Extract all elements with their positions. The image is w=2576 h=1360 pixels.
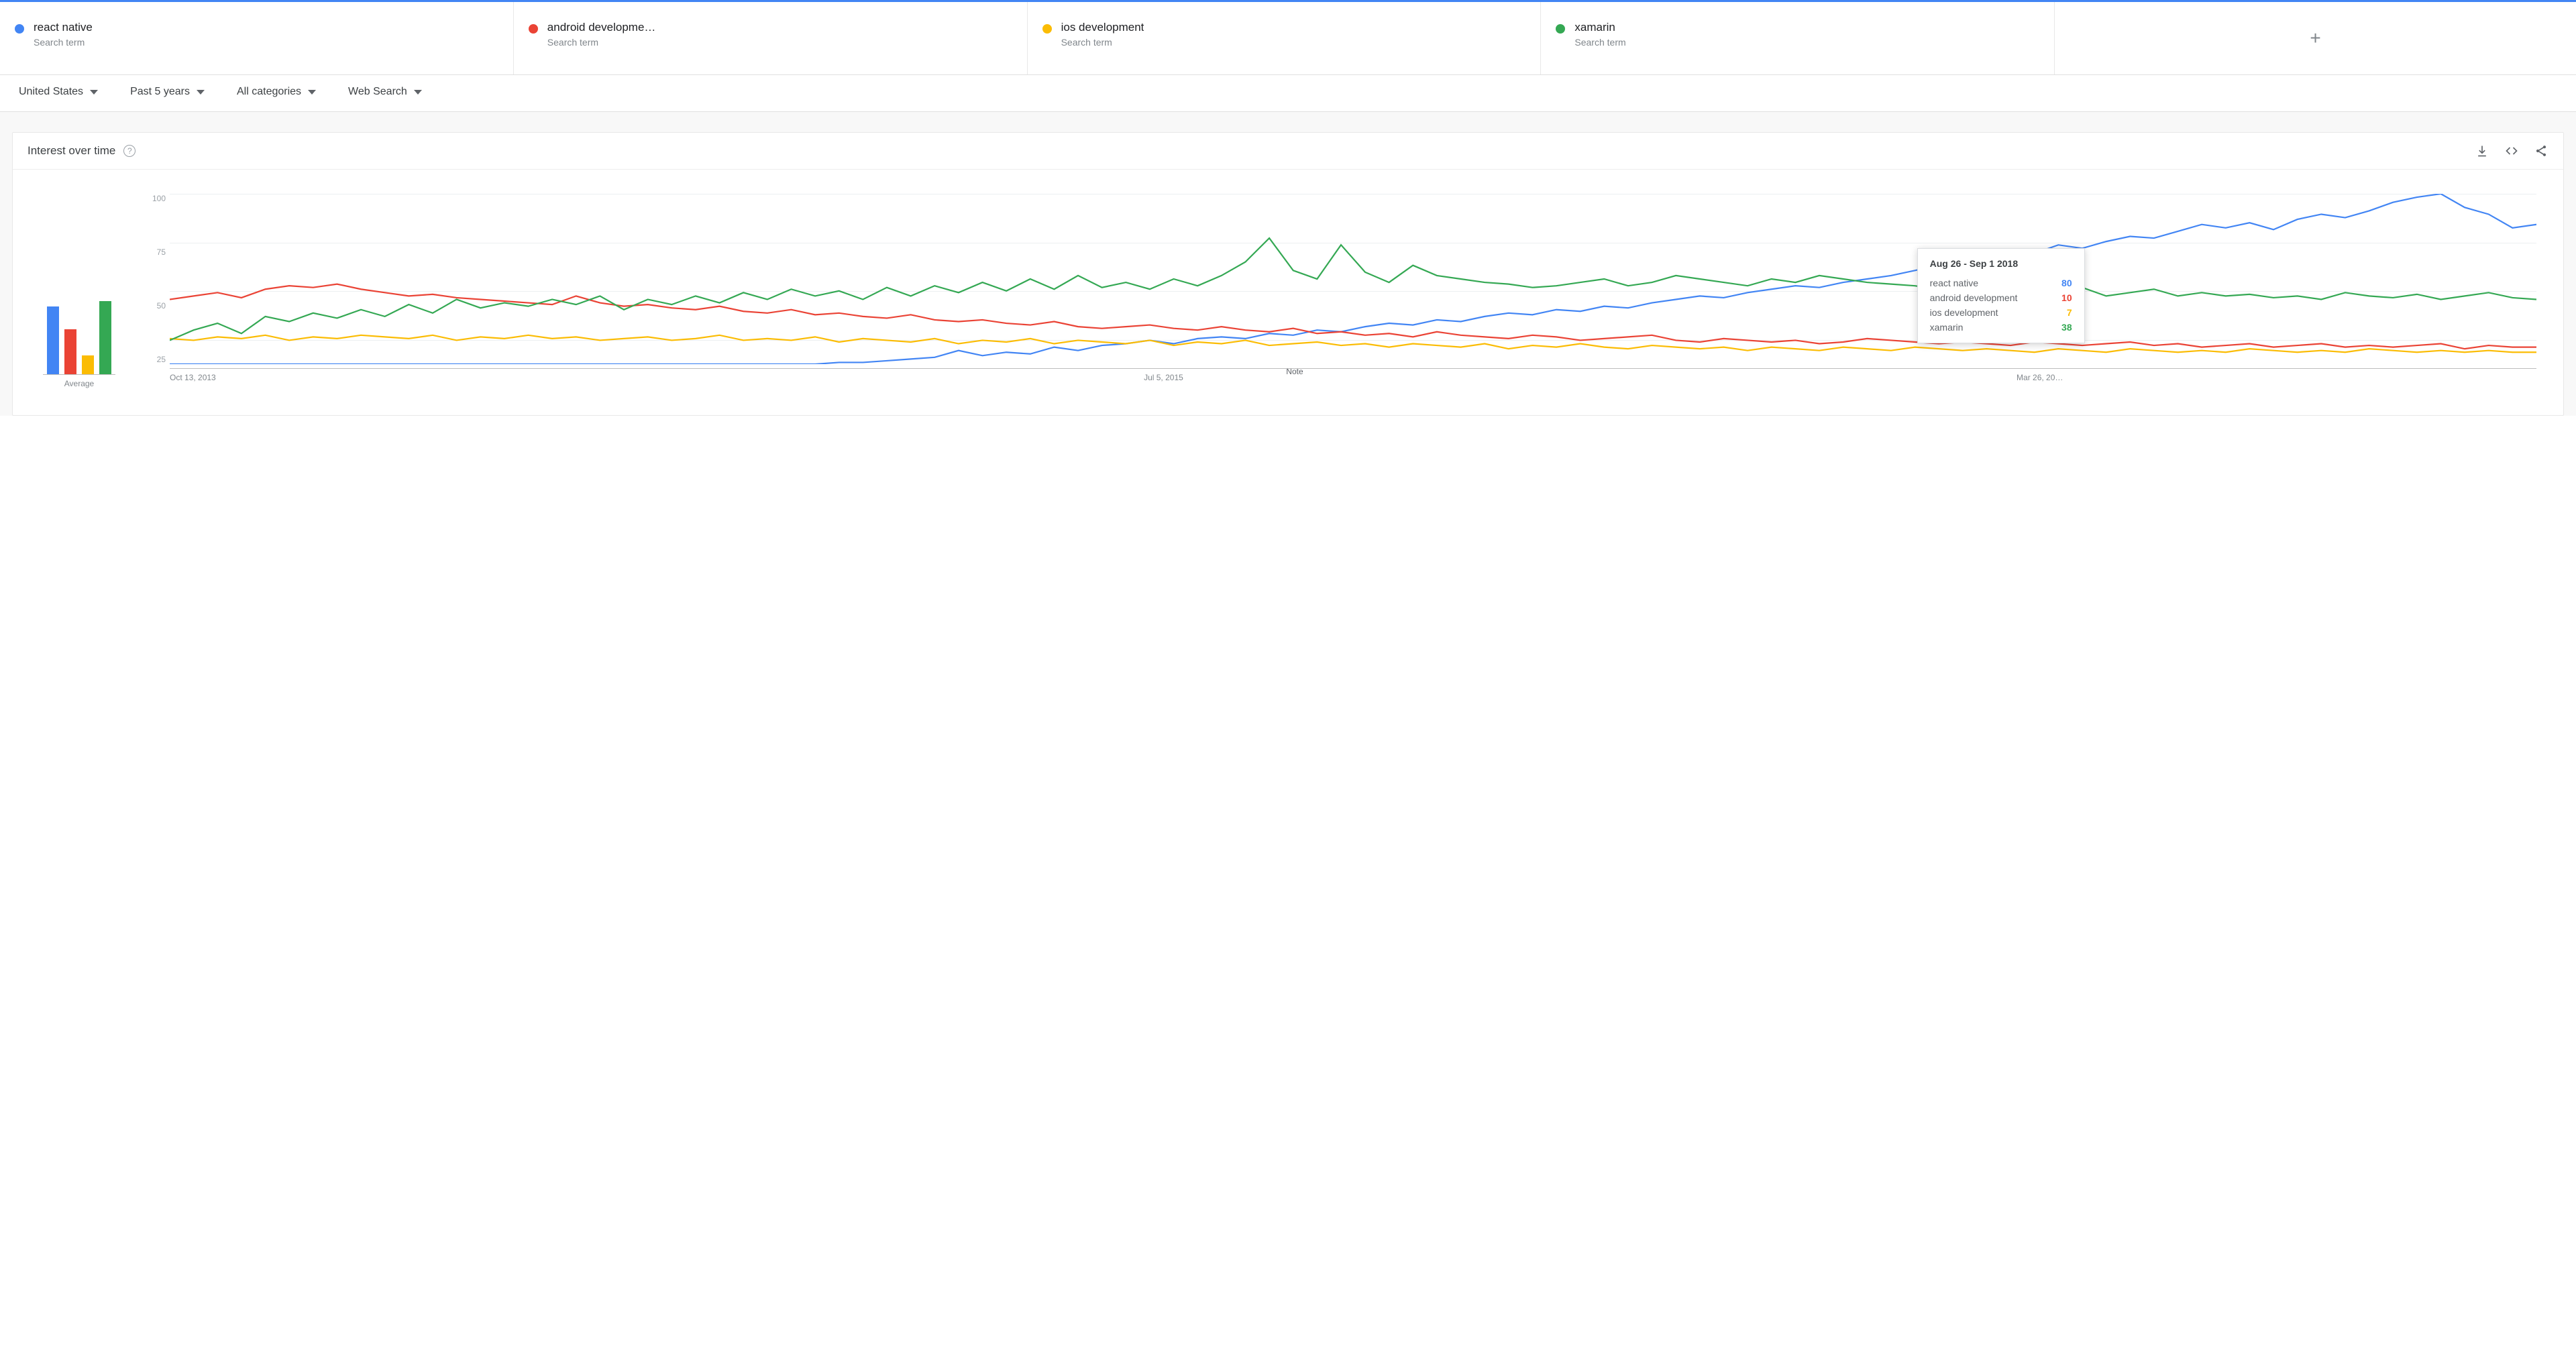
y-tick: 100 xyxy=(143,194,166,203)
filter-geo[interactable]: United States xyxy=(19,86,98,98)
filters-row: United States Past 5 years All categorie… xyxy=(0,75,2576,112)
term-name: android developme… xyxy=(547,21,656,34)
download-icon[interactable] xyxy=(2475,144,2489,158)
plus-icon: + xyxy=(2310,27,2320,49)
term-color-dot xyxy=(15,24,24,34)
chevron-down-icon xyxy=(197,90,205,95)
interest-over-time-card: Interest over time ? xyxy=(12,132,2564,416)
tooltip-row: xamarin 38 xyxy=(1930,320,2072,335)
tooltip-series-label: android development xyxy=(1930,292,2018,303)
help-icon[interactable]: ? xyxy=(123,145,136,157)
tooltip-row: react native 80 xyxy=(1930,276,2072,290)
avg-bar xyxy=(82,355,94,374)
term-subtitle: Search term xyxy=(34,37,93,48)
filter-label: All categories xyxy=(237,86,301,98)
tooltip-series-value: 10 xyxy=(2061,292,2072,303)
tooltip-series-value: 7 xyxy=(2067,307,2072,318)
avg-bar xyxy=(47,306,59,374)
chart-tooltip: Aug 26 - Sep 1 2018 react native 80 androi… xyxy=(1917,248,2085,343)
x-axis: Oct 13, 2013 Jul 5, 2015 Mar 26, 20… xyxy=(170,368,2536,388)
content-area: Interest over time ? xyxy=(0,112,2576,416)
share-icon[interactable] xyxy=(2534,144,2548,158)
x-tick: Mar 26, 20… xyxy=(2017,373,2063,388)
avg-bar xyxy=(64,329,76,374)
chart-area: Average 100 75 50 25 Note Oct 13, 2013 J… xyxy=(13,170,2563,415)
card-header: Interest over time ? xyxy=(13,133,2563,170)
embed-icon[interactable] xyxy=(2504,144,2519,158)
filter-time[interactable]: Past 5 years xyxy=(130,86,205,98)
x-tick: Jul 5, 2015 xyxy=(1144,373,1183,388)
tooltip-row: android development 10 xyxy=(1930,290,2072,305)
y-tick: 25 xyxy=(143,355,166,364)
tooltip-series-value: 80 xyxy=(2061,278,2072,288)
term-cell-xamarin[interactable]: xamarin Search term xyxy=(1541,2,2055,74)
term-color-dot xyxy=(1042,24,1052,34)
term-cell-react-native[interactable]: react native Search term xyxy=(0,2,514,74)
avg-bar xyxy=(99,301,111,374)
filter-label: Past 5 years xyxy=(130,86,190,98)
y-tick: 75 xyxy=(143,247,166,257)
averages-label: Average xyxy=(64,379,94,388)
term-name: xamarin xyxy=(1574,21,1625,34)
term-color-dot xyxy=(529,24,538,34)
tooltip-series-label: react native xyxy=(1930,278,1978,288)
chevron-down-icon xyxy=(308,90,316,95)
chevron-down-icon xyxy=(90,90,98,95)
tooltip-series-value: 38 xyxy=(2061,322,2072,333)
card-title: Interest over time xyxy=(28,144,115,158)
term-subtitle: Search term xyxy=(1574,37,1625,48)
term-cell-android-development[interactable]: android developme… Search term xyxy=(514,2,1028,74)
y-tick: 50 xyxy=(143,301,166,310)
tooltip-series-label: xamarin xyxy=(1930,322,1964,333)
term-color-dot xyxy=(1556,24,1565,34)
line-chart[interactable]: 100 75 50 25 Note Oct 13, 2013 Jul 5, 20… xyxy=(143,194,2536,388)
tooltip-row: ios development 7 xyxy=(1930,305,2072,320)
filter-category[interactable]: All categories xyxy=(237,86,316,98)
term-subtitle: Search term xyxy=(1061,37,1144,48)
lines-svg xyxy=(170,194,2536,364)
filter-label: Web Search xyxy=(348,86,407,98)
term-name: react native xyxy=(34,21,93,34)
chevron-down-icon xyxy=(414,90,422,95)
averages-bars xyxy=(43,301,115,375)
tooltip-series-label: ios development xyxy=(1930,307,1998,318)
tooltip-date: Aug 26 - Sep 1 2018 xyxy=(1930,258,2072,269)
averages-block: Average xyxy=(29,194,129,388)
y-axis: 100 75 50 25 xyxy=(143,194,166,364)
add-term-button[interactable]: + xyxy=(2055,2,2576,74)
compare-terms-row: react native Search term android develop… xyxy=(0,2,2576,75)
term-cell-ios-development[interactable]: ios development Search term xyxy=(1028,2,1542,74)
term-subtitle: Search term xyxy=(547,37,656,48)
x-tick: Oct 13, 2013 xyxy=(170,373,216,388)
filter-search-type[interactable]: Web Search xyxy=(348,86,422,98)
filter-label: United States xyxy=(19,86,83,98)
term-name: ios development xyxy=(1061,21,1144,34)
